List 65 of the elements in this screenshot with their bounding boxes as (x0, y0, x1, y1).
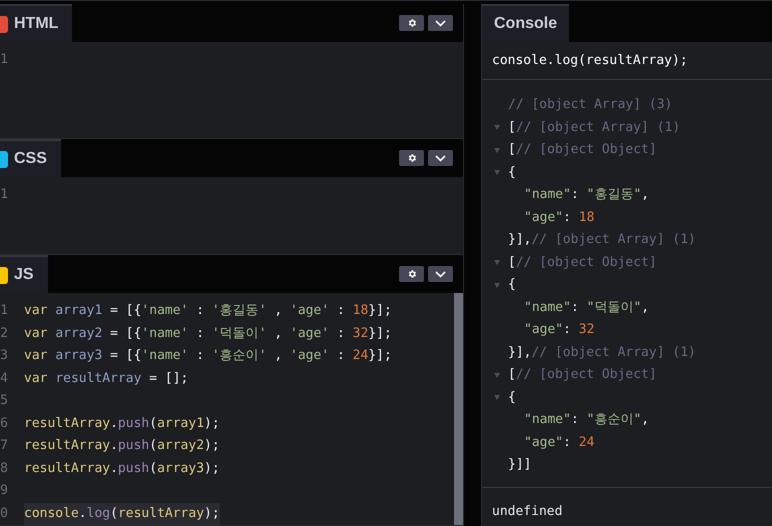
code-editor[interactable]: 1 (0, 177, 463, 254)
editor-tab-title: CSS (14, 150, 47, 168)
settings-button[interactable] (399, 266, 424, 282)
line-number: 1 (0, 51, 8, 69)
console-input[interactable]: console.log(resultArray); (482, 42, 772, 80)
line-number: 3 (0, 347, 8, 365)
code-line: var resultArray = []; (24, 370, 188, 388)
console-result: undefined (492, 504, 562, 519)
chevron-down-icon (435, 20, 446, 26)
expand-triangle-icon[interactable] (494, 125, 500, 130)
code-editor[interactable]: 1 (0, 42, 463, 138)
console-output-line: [// [object Object] (508, 366, 657, 384)
settings-icon (406, 269, 416, 279)
line-number: 9 (0, 482, 8, 500)
console-output-line: // [object Array] (3) (508, 96, 672, 114)
collapse-button[interactable] (428, 150, 453, 166)
line-number: 1 (0, 302, 8, 320)
console-output-line: "name": "흥순이", (524, 411, 650, 429)
console-tab-title: Console (494, 15, 558, 33)
console-output-line: "age": 18 (524, 208, 594, 226)
code-line: resultArray.push(array1); (24, 414, 220, 432)
line-number: 8 (0, 460, 8, 478)
console-output-line: }],// [object Array] (1) (508, 231, 696, 249)
code-line: var array2 = [{'name' : '덕돌이' , 'age' : 32}]; (24, 324, 392, 342)
settings-icon (406, 153, 416, 163)
console-output-line: { (508, 164, 516, 182)
expand-triangle-icon[interactable] (494, 148, 500, 153)
code-line: var array3 = [{'name' : '흥순이' , 'age' : 24}]; (24, 347, 392, 365)
expand-triangle-icon[interactable] (494, 260, 500, 266)
expand-triangle-icon[interactable] (494, 395, 500, 400)
console-output-line: }]] (508, 456, 532, 474)
line-number: 4 (0, 370, 8, 388)
chevron-down-icon (435, 270, 446, 278)
code-editor[interactable] (0, 293, 463, 525)
console-output-line: "age": 24 (524, 434, 594, 452)
console-output-line: { (508, 276, 516, 294)
expand-triangle-icon[interactable] (494, 282, 500, 288)
collapse-button[interactable] (428, 266, 453, 282)
console-output-line: [// [object Object] (508, 254, 657, 272)
line-number: 7 (0, 437, 8, 455)
editor-tab-title: JS (14, 266, 34, 284)
console-output-line: [// [object Array] (1) (508, 118, 680, 136)
expand-triangle-icon[interactable] (494, 170, 500, 176)
console-output-line: { (508, 388, 516, 406)
editor-tab-title: HTML (14, 15, 58, 33)
scrollbar-thumb[interactable] (454, 293, 463, 525)
line-number: 6 (0, 414, 8, 432)
console-output-line: [// [object Object] (508, 141, 657, 159)
settings-button[interactable] (399, 15, 424, 31)
line-number: 0 (0, 504, 8, 522)
settings-icon (406, 18, 416, 28)
line-number: 1 (0, 186, 8, 204)
chevron-down-icon (435, 154, 446, 162)
console-output-line: "name": "덕돌이", (524, 298, 650, 316)
expand-triangle-icon[interactable] (494, 372, 500, 378)
code-line: resultArray.push(array2); (24, 437, 220, 455)
line-number: 2 (0, 324, 8, 342)
code-line: var array1 = [{'name' : '홍길동' , 'age' : 18}]; (24, 302, 392, 320)
settings-button[interactable] (399, 150, 424, 166)
console-output-line: "age": 32 (524, 321, 594, 339)
code-line: resultArray.push(array3); (24, 460, 220, 478)
console-output-line: }],// [object Array] (1) (508, 344, 696, 362)
console-output-line: "name": "홍길동", (524, 186, 650, 204)
line-number: 5 (0, 392, 8, 410)
collapse-button[interactable] (428, 15, 453, 31)
